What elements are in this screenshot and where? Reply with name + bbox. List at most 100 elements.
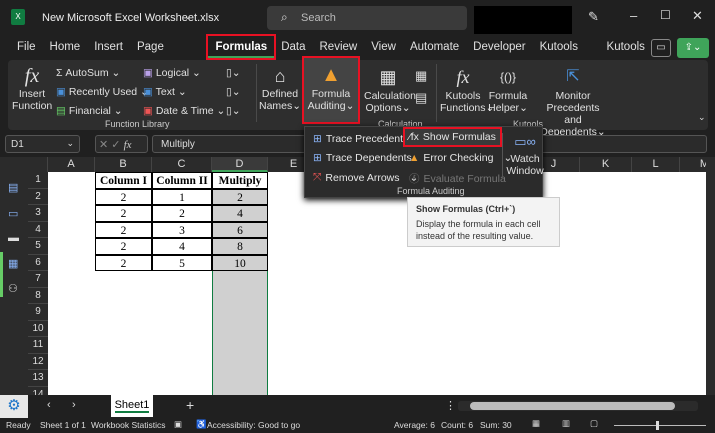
recently-used-button[interactable]: ▣ Recently Used ⌄ — [56, 83, 149, 102]
zoom-slider[interactable] — [614, 421, 706, 430]
tab-formulas[interactable]: Formulas — [206, 34, 277, 60]
more-functions-icon[interactable]: ▯⌄ — [226, 102, 241, 121]
table-cell[interactable]: 5 — [152, 254, 212, 271]
calculate-sheet-icon[interactable]: ▤ — [415, 90, 427, 106]
more-icon[interactable]: ⋮ — [445, 399, 456, 412]
page-layout-icon[interactable]: ▥ — [562, 418, 570, 429]
table-cell[interactable]: 3 — [152, 221, 212, 238]
table-cell[interactable]: 2 — [95, 205, 152, 222]
autosum-button[interactable]: Σ AutoSum ⌄ — [56, 64, 149, 83]
tab-insert[interactable]: Insert — [87, 36, 130, 58]
people-icon[interactable]: ⚇ — [8, 282, 18, 295]
column-header-l[interactable]: L — [632, 157, 680, 172]
settings-icon[interactable]: ⚙ — [0, 395, 28, 418]
add-sheet-icon[interactable]: + — [186, 397, 194, 413]
table-cell[interactable]: 1 — [152, 188, 212, 205]
row-header-7[interactable]: 7 — [28, 271, 48, 288]
tab-automate[interactable]: Automate — [403, 36, 466, 58]
row-header-13[interactable]: 13 — [28, 370, 48, 387]
name-box[interactable]: D1 ⌄ — [5, 135, 80, 153]
calculate-now-icon[interactable]: ▦ — [415, 68, 427, 84]
logical-button[interactable]: ▣ Logical ⌄ — [143, 64, 225, 83]
share-button[interactable]: ⇪⌄ — [677, 38, 709, 58]
search-box[interactable]: ⌕ Search — [267, 6, 467, 30]
row-header-12[interactable]: 12 — [28, 353, 48, 370]
printer-icon[interactable]: ▬ — [8, 232, 19, 244]
row-header-14[interactable]: 14 — [28, 386, 48, 395]
formula-helper-button[interactable]: {()} Formula Helper⌄ — [488, 64, 528, 114]
row-header-11[interactable]: 11 — [28, 337, 48, 354]
table-cell[interactable]: 2 — [95, 254, 152, 271]
horizontal-scrollbar[interactable] — [458, 401, 698, 411]
table-cell[interactable]: 4 — [152, 238, 212, 255]
kutools-functions-button[interactable]: fx KutoolsFunctions⌄ — [440, 64, 494, 114]
tab-developer[interactable]: Developer — [466, 36, 532, 58]
minimize-icon[interactable]: – — [630, 8, 637, 23]
column-header-a[interactable]: A — [48, 157, 95, 172]
column-header-k[interactable]: K — [580, 157, 632, 172]
tab-data[interactable]: Data — [274, 36, 312, 58]
select-all-button[interactable] — [28, 157, 48, 172]
row-header-10[interactable]: 10 — [28, 320, 48, 337]
text-button[interactable]: ▣ Text ⌄ — [143, 83, 225, 102]
watch-window-button[interactable]: ▭∞ Watch Window — [506, 131, 544, 177]
table-cell[interactable]: 2 — [95, 188, 152, 205]
lookup-icon[interactable]: ▯⌄ — [226, 64, 241, 83]
close-icon[interactable]: ✕ — [692, 8, 703, 24]
table-cell[interactable]: 4 — [212, 205, 268, 222]
comments-button[interactable]: ▭ — [651, 39, 671, 57]
table-header-cell[interactable]: Column II — [152, 172, 212, 189]
remove-arrows-item[interactable]: ⤧ Remove Arrows ⌄ — [313, 171, 418, 184]
cancel-icon[interactable]: ✕ — [99, 139, 108, 151]
accessibility-status[interactable]: Accessibility: Good to go — [207, 420, 300, 430]
trace-precedents-item[interactable]: ⊞ Trace Precedents — [313, 133, 408, 145]
error-checking-item[interactable]: ▲ Error Checking ⌄ — [409, 152, 512, 164]
row-header-5[interactable]: 5 — [28, 238, 48, 255]
math-icon[interactable]: ▯⌄ — [226, 83, 241, 102]
insert-function-button[interactable]: fx Insert Function — [12, 64, 52, 112]
row-header-4[interactable]: 4 — [28, 221, 48, 238]
next-sheet-icon[interactable]: › — [72, 399, 76, 411]
row-header-9[interactable]: 9 — [28, 304, 48, 321]
column-header-d[interactable]: D — [212, 157, 268, 172]
tab-file[interactable]: File — [10, 36, 43, 58]
pen-icon[interactable]: ✎ — [588, 9, 599, 25]
tab-kutools[interactable]: Kutools ™ — [533, 36, 600, 75]
chevron-down-icon[interactable]: ⌄ — [184, 11, 192, 22]
file-name[interactable]: New Microsoft Excel Worksheet.xlsx — [42, 12, 219, 24]
table-cell[interactable]: 2 — [212, 188, 268, 205]
sheet-icon[interactable]: ▦ — [8, 257, 18, 270]
tab-review[interactable]: Review — [313, 36, 365, 58]
column-header-b[interactable]: B — [95, 157, 152, 172]
row-header-6[interactable]: 6 — [28, 254, 48, 271]
row-header-3[interactable]: 3 — [28, 205, 48, 222]
table-cell[interactable]: 2 — [95, 221, 152, 238]
enter-icon[interactable]: ✓ — [111, 139, 120, 151]
tab-view[interactable]: View — [364, 36, 403, 58]
table-header-cell[interactable]: Multiply — [212, 172, 268, 189]
collapse-ribbon-icon[interactable]: ⌄ — [698, 112, 706, 123]
table-cell[interactable]: 8 — [212, 238, 268, 255]
tab-page-layout[interactable]: Page Layout — [130, 36, 208, 75]
table-header-cell[interactable]: Column I — [95, 172, 152, 189]
defined-names-button[interactable]: ⌂ Defined Names⌄ — [259, 64, 301, 112]
table-cell[interactable]: 2 — [95, 238, 152, 255]
table-cell[interactable]: 6 — [212, 221, 268, 238]
page-break-icon[interactable]: ▢ — [590, 418, 598, 429]
table-icon[interactable]: ▤ — [8, 181, 18, 194]
accessibility-icon[interactable]: ♿ — [196, 419, 207, 430]
workbook-statistics[interactable]: Workbook Statistics — [91, 420, 165, 430]
show-formulas-item[interactable]: ⁄fx Show Formulas — [403, 127, 502, 147]
tab-home[interactable]: Home — [43, 36, 88, 58]
prev-sheet-icon[interactable]: ‹ — [47, 399, 51, 411]
table-cell[interactable]: 2 — [152, 205, 212, 222]
column-header-c[interactable]: C — [152, 157, 212, 172]
formula-auditing-button[interactable]: ▲ Formula Auditing⌄ — [302, 56, 360, 124]
card-icon[interactable]: ▭ — [8, 207, 18, 220]
chevron-down-icon[interactable]: ⌄ — [66, 138, 74, 149]
calculation-options-button[interactable]: ▦ Calculation Options⌄ — [364, 64, 416, 114]
insert-function-icon[interactable]: fx — [124, 139, 132, 151]
table-cell[interactable]: 10 — [212, 254, 268, 271]
row-header-2[interactable]: 2 — [28, 188, 48, 205]
monitor-precedents-button[interactable]: ⇱ Monitor Precedents and Dependents⌄ — [532, 64, 614, 138]
